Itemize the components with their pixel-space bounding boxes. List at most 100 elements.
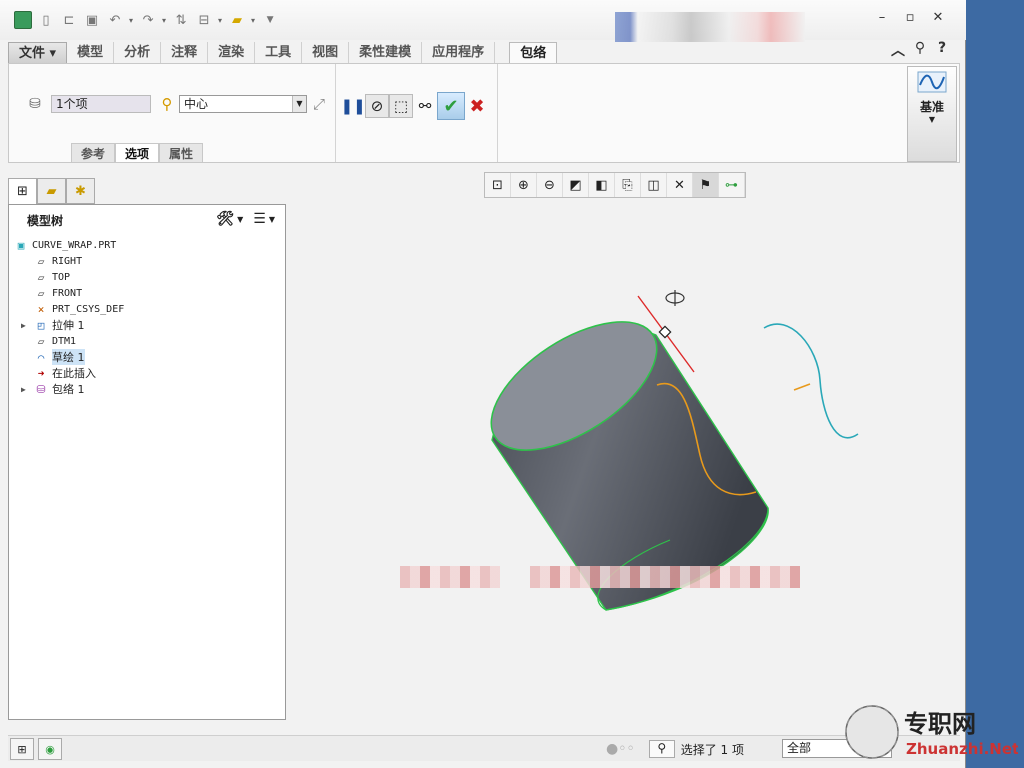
tab-model[interactable]: 模型 <box>67 42 115 64</box>
zoom-in-icon[interactable]: ⊕ <box>511 173 537 197</box>
anchor-point-icon[interactable]: ⚲ <box>155 92 179 116</box>
minimize-button[interactable]: – <box>868 10 896 25</box>
tree-settings-icon[interactable]: 🛠 <box>216 211 234 227</box>
undo-dropdown-icon[interactable]: ▾ <box>129 16 133 25</box>
tab-render[interactable]: 渲染 <box>208 42 256 64</box>
tab-folder-browser[interactable]: ▰ <box>37 178 66 204</box>
tree-item[interactable]: ▱ DTM1 <box>21 333 76 349</box>
chevron-down-icon[interactable]: ▼ <box>237 215 243 224</box>
display-style-icon[interactable]: ◧ <box>589 173 615 197</box>
expand-toggle-icon[interactable]: ▶ <box>21 385 33 394</box>
tree-item-label: FRONT <box>52 287 83 299</box>
subtab-options[interactable]: 选项 <box>115 143 160 163</box>
tab-analysis[interactable]: 分析 <box>114 42 162 64</box>
tab-file[interactable]: 文件 ▾ <box>8 42 68 64</box>
view-manager-icon[interactable]: ◫ <box>641 173 667 197</box>
tab-favorites[interactable]: ✱ <box>66 178 95 204</box>
show-columns-icon[interactable]: ☰ <box>253 211 266 227</box>
subtab-properties[interactable]: 属性 <box>159 143 204 163</box>
no-preview-icon[interactable]: ⊘ <box>365 94 389 118</box>
tab-model-tree[interactable]: ⊞ <box>8 178 37 204</box>
find-icon[interactable]: ⚲ <box>648 740 675 758</box>
redo-icon[interactable]: ↷ <box>139 11 157 29</box>
model-tree-tools: 🛠 ▼ ☰ ▼ <box>212 211 281 227</box>
datum-button[interactable]: 基准 ▼ <box>907 66 957 162</box>
windows-icon[interactable]: ⊟ <box>195 11 213 29</box>
sketch-curve <box>763 323 859 439</box>
spin-center-icon[interactable]: ⊶ <box>719 173 745 197</box>
toggle-browser-icon[interactable]: ◉ <box>38 738 62 760</box>
tree-item[interactable]: ▱ RIGHT <box>21 253 82 269</box>
tree-item-label: PRT_CSYS_DEF <box>52 303 125 315</box>
help-icon[interactable]: ? <box>931 40 953 60</box>
tree-item[interactable]: ▣ CURVE_WRAP.PRT <box>13 237 117 253</box>
chevron-down-icon[interactable]: ▼ <box>269 215 275 224</box>
toggle-navigator-icon[interactable]: ⊞ <box>10 738 34 760</box>
expand-toggle-icon[interactable]: ▶ <box>21 321 33 330</box>
ribbon-help-icons: ︿ ⚲ ? <box>887 40 953 60</box>
title-bar: ▯ ⊏ ▣ ↶ ▾ ↷ ▾ ⇅ ⊟ ▾ ▰ ▾ ▼ – ▫ ✕ <box>0 0 966 42</box>
tree-item[interactable]: ▶ ⛁ 包络 1 <box>21 381 85 397</box>
folder-icon[interactable]: ▰ <box>228 11 246 29</box>
chevron-down-icon: ▼ <box>928 115 936 124</box>
repaint-icon[interactable]: ◩ <box>563 173 589 197</box>
subtab-references[interactable]: 参考 <box>71 143 116 163</box>
verify-glasses-icon[interactable]: ⚯ <box>413 94 437 118</box>
status-message: 选择了 1 项 <box>680 742 744 757</box>
ribbon-separator <box>497 64 498 162</box>
datum-plane-icon: ▱ <box>37 270 45 284</box>
cancel-button[interactable]: ✖ <box>465 94 489 118</box>
tab-view[interactable]: 视图 <box>302 42 350 64</box>
tab-flexible-modeling[interactable]: 柔性建模 <box>349 42 423 64</box>
tree-item[interactable]: ▱ FRONT <box>21 285 82 301</box>
direction-arrow <box>793 383 811 391</box>
datum-plane-icon: ▱ <box>37 286 45 300</box>
tree-item[interactable]: ▱ TOP <box>21 269 70 285</box>
refit-icon[interactable]: ⊡ <box>485 173 511 197</box>
tab-tools[interactable]: 工具 <box>255 42 303 64</box>
pause-icon[interactable]: ❚❚ <box>340 94 365 118</box>
open-icon[interactable]: ⊏ <box>60 11 78 29</box>
anchor-select[interactable]: 中心 ▼ <box>179 95 307 113</box>
app-logo-icon[interactable] <box>14 11 32 29</box>
dashboard-actions: ❚❚ ⊘ ⬚ ⚯ ✔ ✖ <box>340 92 489 120</box>
tab-applications[interactable]: 应用程序 <box>422 42 496 64</box>
navigator-tabs: ⊞ ▰ ✱ <box>8 178 95 204</box>
graphics-area[interactable] <box>290 200 962 730</box>
customize-icon[interactable]: ▼ <box>261 11 279 29</box>
restore-button[interactable]: ▫ <box>896 10 924 25</box>
preview-icon[interactable]: ⬚ <box>389 94 413 118</box>
watermark-logo: 专职网 Zhuanzhi.Net <box>845 705 1019 759</box>
save-icon[interactable]: ▣ <box>83 11 101 29</box>
tree-item-label: TOP <box>52 271 71 283</box>
windows-dropdown-icon[interactable]: ▾ <box>218 16 222 25</box>
folder-dropdown-icon[interactable]: ▾ <box>251 16 255 25</box>
new-icon[interactable]: ▯ <box>37 11 55 29</box>
tab-wrap[interactable]: 包络 <box>509 42 558 64</box>
zoom-out-icon[interactable]: ⊖ <box>537 173 563 197</box>
sketch-collector-field[interactable]: 1个项 <box>51 95 151 113</box>
regenerate-icon[interactable]: ⇅ <box>172 11 190 29</box>
wrap-dashboard: ⛁ 1个项 ⚲ 中心 ▼ ⤢ ❚❚ ⊘ ⬚ ⚯ ✔ ✖ 参考 选项 属性 基准 … <box>8 63 960 163</box>
undo-icon[interactable]: ↶ <box>106 11 124 29</box>
tree-item[interactable]: ➜ 在此插入 <box>21 365 96 381</box>
close-button[interactable]: ✕ <box>924 10 952 25</box>
ribbon-separator <box>335 64 336 162</box>
collapse-ribbon-icon[interactable]: ︿ <box>887 40 909 60</box>
watermark: 专职网 Zhuanzhi.Net <box>842 702 1019 762</box>
dashboard-inputs: ⛁ 1个项 ⚲ 中心 ▼ ⤢ <box>23 92 331 116</box>
tree-item[interactable]: ▶ ◰ 拉伸 1 <box>21 317 85 333</box>
flip-direction-icon[interactable]: ⤢ <box>307 92 331 116</box>
search-icon[interactable]: ⚲ <box>909 40 931 60</box>
model-viewport[interactable] <box>290 200 962 730</box>
annotation-display-icon[interactable]: ⚑ <box>693 173 719 197</box>
tree-item[interactable]: ⌒ 草绘 1 <box>21 349 85 365</box>
obscured-caption-right <box>530 566 800 588</box>
tab-annotate[interactable]: 注释 <box>161 42 209 64</box>
model-tree: 模型树 🛠 ▼ ☰ ▼ ▣ CURVE_WRAP.PRT ▱ RIGHT ▱ TOP ▱ FRON… <box>8 204 286 720</box>
accept-button[interactable]: ✔ <box>437 92 465 120</box>
tree-item[interactable]: ⨯ PRT_CSYS_DEF <box>21 301 125 317</box>
saved-views-icon[interactable]: ⎘ <box>615 173 641 197</box>
datum-display-icon[interactable]: ✕ <box>667 173 693 197</box>
redo-dropdown-icon[interactable]: ▾ <box>162 16 166 25</box>
